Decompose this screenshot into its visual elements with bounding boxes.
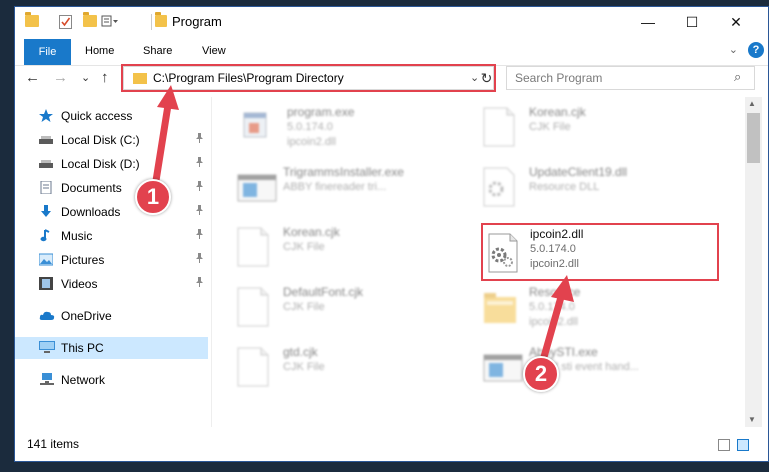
arrow-1-head [157, 85, 179, 110]
annotation-arrows [151, 85, 574, 368]
arrow-1 [151, 95, 173, 191]
arrow-2-head [551, 275, 574, 302]
explorer-window: Program — ☐ ✕ File Home Share View ⌄ ? ←… [14, 6, 769, 462]
step-badge-1: 1 [135, 179, 171, 215]
step-badge-2: 2 [523, 356, 559, 392]
arrow-2 [538, 286, 567, 368]
